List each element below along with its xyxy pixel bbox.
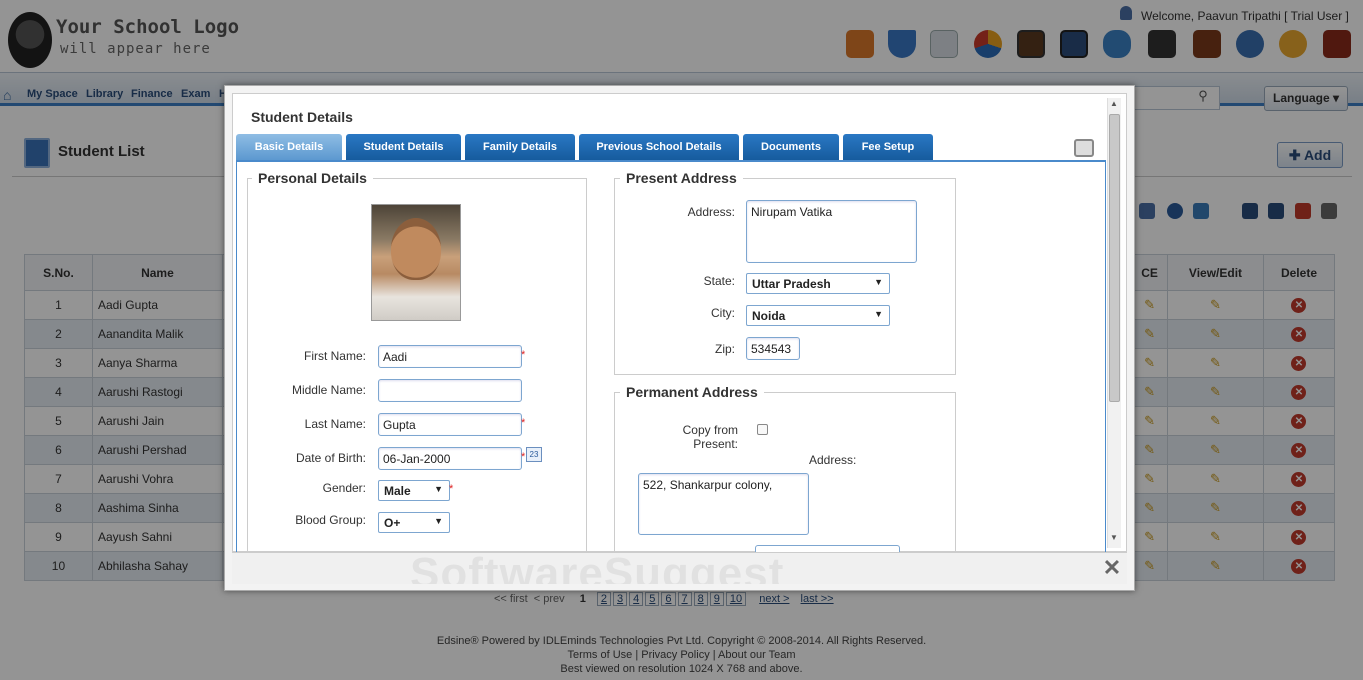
tab-basic-details[interactable]: Basic Details [236,134,342,161]
chevron-down-icon: ▼ [874,277,883,287]
first-name-field[interactable]: Aadi [378,345,522,368]
close-icon[interactable]: ✕ [1101,557,1123,579]
scrollbar-thumb[interactable] [1109,114,1120,402]
last-name-field[interactable]: Gupta [378,413,522,436]
scroll-up-icon[interactable]: ▲ [1108,99,1120,111]
present-address-field[interactable]: Nirupam Vatika [746,200,917,263]
print-icon[interactable] [1074,139,1094,157]
present-address-legend: Present Address [620,170,743,186]
required-mark: * [521,349,526,361]
first-name-label: First Name: [303,349,366,363]
tab-student-details[interactable]: Student Details [346,134,461,161]
city-select[interactable]: Noida ▼ [746,305,890,326]
state-select[interactable]: Uttar Pradesh ▼ [746,273,890,294]
calendar-icon[interactable]: 23 [526,447,542,462]
blood-group-value: O+ [384,516,401,530]
required-mark: * [449,483,454,495]
middle-name-label: Middle Name: [291,383,366,397]
chevron-down-icon: ▼ [434,516,443,526]
zip-field[interactable]: 534543 [746,337,800,360]
gender-label: Gender: [322,481,366,495]
copy-from-present-label: Copy from Present: [682,423,738,451]
watermark: SoftwareSuggest [410,552,785,584]
last-name-label: Last Name: [304,417,366,431]
permanent-address-label: Address: [809,453,857,467]
required-mark: * [521,417,526,429]
modal-title: Student Details [251,109,353,125]
middle-name-field[interactable] [378,379,522,402]
chevron-down-icon: ▼ [874,309,883,319]
gender-value: Male [384,484,411,498]
blood-group-select[interactable]: O+ ▼ [378,512,450,533]
dob-field[interactable]: 06-Jan-2000 [378,447,522,470]
present-address-label: Address: [687,205,735,219]
dob-label: Date of Birth: [295,451,366,465]
permanent-address-field[interactable]: 522, Shankarpur colony, [638,473,809,535]
city-value: Noida [752,309,786,323]
tab-previous-school[interactable]: Previous School Details [579,134,739,161]
zip-label: Zip: [714,342,735,356]
permanent-address-legend: Permanent Address [620,384,764,400]
copy-from-present-checkbox[interactable] [757,424,768,435]
chevron-down-icon: ▼ [434,484,443,494]
blood-group-label: Blood Group: [295,513,366,527]
personal-details-legend: Personal Details [252,170,373,186]
tab-fee-setup[interactable]: Fee Setup [843,134,933,161]
scroll-down-icon[interactable]: ▼ [1108,533,1120,545]
state-value: Uttar Pradesh [752,277,831,291]
tab-documents[interactable]: Documents [743,134,839,161]
student-photo-face [391,218,441,280]
state-label: State: [703,274,735,288]
tab-family-details[interactable]: Family Details [465,134,575,161]
required-mark: * [521,451,526,463]
gender-select[interactable]: Male ▼ [378,480,450,501]
city-label: City: [711,306,735,320]
